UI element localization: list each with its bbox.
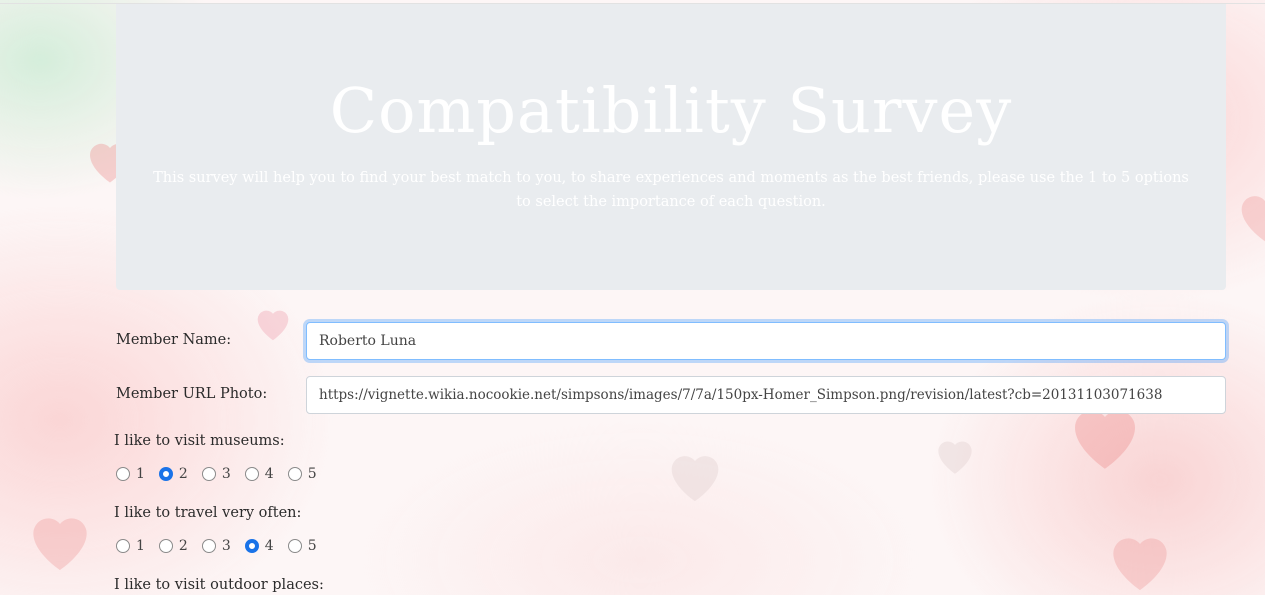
radio-button[interactable]: [287, 467, 302, 481]
question-2-option-5[interactable]: 5: [287, 538, 317, 554]
question-2-options: 1 2 3 4 5: [116, 538, 331, 554]
radio-button[interactable]: [201, 467, 216, 481]
radio-button[interactable]: [116, 539, 130, 553]
question-2-option-3[interactable]: 3: [201, 538, 231, 554]
member-photo-label: Member URL Photo:: [116, 386, 268, 402]
survey-form: Member Name: Member URL Photo: I like to…: [0, 0, 1265, 595]
member-name-input[interactable]: [306, 322, 1226, 360]
radio-label: 3: [221, 466, 231, 482]
radio-label: 3: [221, 538, 231, 554]
question-1-option-2[interactable]: 2: [158, 466, 188, 482]
question-1-label: I like to visit museums:: [114, 433, 285, 449]
radio-label: 5: [307, 538, 317, 554]
radio-label: 4: [264, 466, 274, 482]
question-2-option-1[interactable]: 1: [116, 538, 145, 554]
radio-label: 2: [178, 538, 188, 554]
radio-label: 4: [264, 538, 274, 554]
radio-button[interactable]: [244, 467, 259, 481]
member-photo-input[interactable]: [306, 376, 1226, 414]
radio-button[interactable]: [287, 539, 302, 553]
radio-label: 1: [136, 466, 145, 482]
question-2-option-4[interactable]: 4: [244, 538, 274, 554]
question-1-option-3[interactable]: 3: [201, 466, 231, 482]
question-3-label: I like to visit outdoor places:: [114, 577, 324, 593]
radio-label: 1: [136, 538, 145, 554]
radio-label: 2: [178, 466, 188, 482]
question-1-option-5[interactable]: 5: [287, 466, 317, 482]
member-name-label: Member Name:: [116, 332, 232, 348]
question-1-option-4[interactable]: 4: [244, 466, 274, 482]
radio-button[interactable]: [201, 539, 216, 553]
radio-label: 5: [307, 466, 317, 482]
radio-button[interactable]: [244, 539, 259, 553]
question-2-label: I like to travel very often:: [114, 505, 302, 521]
radio-button[interactable]: [158, 539, 173, 553]
question-1-option-1[interactable]: 1: [116, 466, 145, 482]
radio-button[interactable]: [158, 467, 173, 481]
question-2-option-2[interactable]: 2: [158, 538, 188, 554]
radio-button[interactable]: [116, 467, 130, 481]
question-1-options: 1 2 3 4 5: [116, 466, 331, 482]
